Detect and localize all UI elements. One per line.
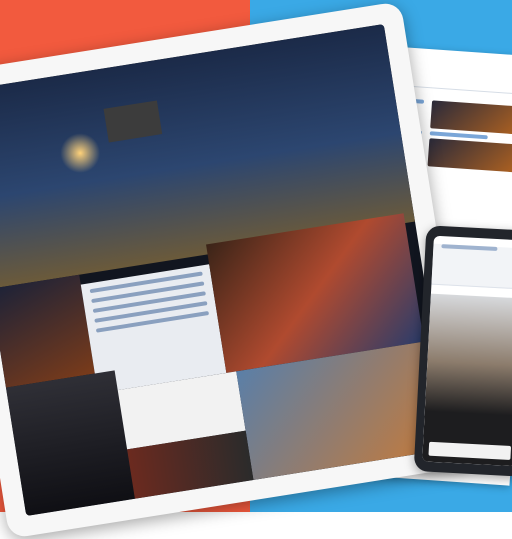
phone-header [431,243,512,290]
browser-sidebar [427,94,512,185]
phone-header-text [441,244,498,252]
video-thumbnail[interactable] [427,138,512,173]
tablet-screen [0,24,451,516]
phone-screen [422,235,512,467]
hero-logo [103,100,163,143]
tablet-device [0,1,474,539]
media-tile[interactable] [0,274,95,388]
light-glow [57,130,104,176]
video-thumbnail[interactable] [430,100,512,135]
phone-photo[interactable] [422,293,512,467]
phone-device [413,225,512,477]
media-tile[interactable] [5,370,135,516]
text-line [95,310,210,333]
